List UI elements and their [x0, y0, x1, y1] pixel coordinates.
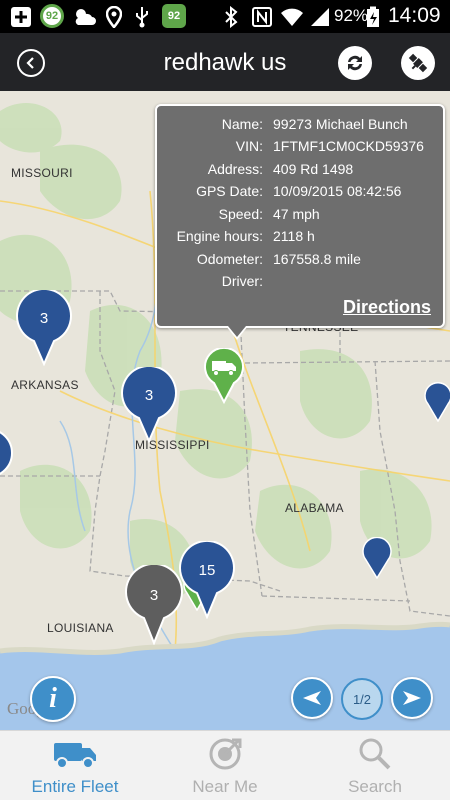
- info-label: Address:: [207, 161, 263, 177]
- map-label-missouri: MISSOURI: [11, 166, 73, 180]
- truck-icon: [50, 737, 100, 771]
- info-value: 47 mph: [273, 206, 320, 222]
- location-icon: [106, 6, 122, 28]
- battery-icon: [367, 6, 379, 27]
- info-row-vin: VIN: 1FTMF1CM0CKD59376: [157, 138, 443, 160]
- clock: 14:09: [388, 4, 441, 27]
- refresh-button[interactable]: [338, 46, 372, 80]
- vehicle-info-popup: Name: 99273 Michael Bunch VIN: 1FTMF1CM0…: [155, 104, 445, 328]
- popup-pointer-fill: [228, 326, 246, 337]
- info-label: Name:: [221, 116, 263, 132]
- previous-button[interactable]: [291, 677, 333, 719]
- map-pin-icon: [362, 536, 392, 580]
- search-icon: [350, 737, 400, 771]
- info-value: 2118 h: [273, 228, 315, 244]
- app-bar: redhawk us: [0, 33, 450, 91]
- map-label-arkansas: ARKANSAS: [11, 378, 79, 392]
- cluster-marker-west-edge[interactable]: [0, 429, 14, 479]
- tab-entire-fleet[interactable]: Entire Fleet: [0, 731, 150, 800]
- map-label-alabama: ALABAMA: [285, 501, 344, 515]
- tab-search[interactable]: Search: [300, 731, 450, 800]
- cluster-marker-mississippi[interactable]: 3: [120, 365, 178, 444]
- arrow-left-icon: [303, 691, 321, 705]
- usb-icon: [136, 7, 148, 28]
- info-label: VIN:: [235, 138, 263, 154]
- tab-label: Search: [348, 777, 402, 796]
- cluster-marker-grey[interactable]: 3: [125, 562, 183, 646]
- android-app-icon: 92: [162, 4, 186, 28]
- cluster-marker-arkansas[interactable]: 3: [15, 288, 73, 367]
- info-value: 1FTMF1CM0CKD59376: [273, 138, 424, 154]
- info-label: Odometer:: [196, 251, 263, 267]
- page-title: redhawk us: [163, 49, 287, 76]
- info-row-name: Name: 99273 Michael Bunch: [157, 116, 443, 138]
- wifi-icon: [281, 8, 303, 26]
- map-pin-icon: [125, 562, 183, 646]
- info-label: GPS Date:: [196, 183, 263, 199]
- satellite-button[interactable]: [401, 46, 435, 80]
- next-button[interactable]: [391, 677, 433, 719]
- battery-percent: 92%: [334, 6, 369, 25]
- nfc-icon: [252, 7, 272, 27]
- info-button[interactable]: i: [30, 676, 76, 722]
- info-row-speed: Speed: 47 mph: [157, 206, 443, 228]
- info-value: 167558.8 mile: [273, 251, 361, 267]
- bottom-tab-bar: Entire Fleet Near Me Search: [0, 730, 450, 800]
- bluetooth-icon: [225, 6, 238, 28]
- truck-icon: [204, 346, 244, 405]
- info-row-gps-date: GPS Date: 10/09/2015 08:42:56: [157, 183, 443, 205]
- directions-link[interactable]: Directions: [343, 297, 431, 318]
- info-row-driver: Driver:: [157, 273, 443, 295]
- info-label: Speed:: [218, 206, 263, 222]
- weather-icon: [75, 9, 96, 25]
- info-value: 409 Rd 1498: [273, 161, 354, 177]
- map-label-louisiana: LOUISIANA: [47, 621, 114, 635]
- page-indicator: 1/2: [341, 678, 383, 720]
- cluster-count: 3: [149, 587, 159, 604]
- signal-icon: [311, 8, 329, 26]
- cluster-count: 3: [144, 387, 154, 404]
- info-row-odometer: Odometer: 167558.8 mile: [157, 251, 443, 273]
- vehicle-marker-alabama[interactable]: [362, 536, 392, 580]
- map-pin-icon: [179, 540, 235, 620]
- add-notification-icon: [11, 7, 31, 27]
- info-row-address: Address: 409 Rd 1498: [157, 161, 443, 183]
- map-pin-icon: [121, 365, 177, 444]
- cluster-marker-south[interactable]: 15: [178, 540, 236, 620]
- status-bar: 92 92 92% 14:09: [0, 0, 450, 33]
- tab-near-me[interactable]: Near Me: [150, 731, 300, 800]
- tab-label: Entire Fleet: [31, 777, 119, 796]
- cluster-count: 15: [198, 562, 216, 579]
- info-icon: i: [49, 683, 57, 714]
- satellite-icon: [408, 53, 428, 73]
- map-pin-icon: [16, 288, 72, 367]
- info-label: Engine hours:: [176, 228, 263, 244]
- near-me-icon: [200, 737, 250, 771]
- vehicle-marker-east[interactable]: [424, 381, 450, 423]
- info-value: 10/09/2015 08:42:56: [273, 183, 402, 199]
- map-pin-icon: [0, 431, 13, 475]
- arrow-right-icon: [403, 691, 421, 705]
- tab-label: Near Me: [192, 777, 258, 796]
- info-label: Driver:: [221, 273, 263, 289]
- refresh-icon: [348, 55, 362, 71]
- selected-vehicle-marker[interactable]: [204, 346, 244, 405]
- map-pin-icon: [424, 381, 450, 423]
- info-value: 99273 Michael Bunch: [273, 116, 408, 132]
- info-row-engine-hours: Engine hours: 2118 h: [157, 228, 443, 250]
- battery-app-icon: 92: [40, 4, 64, 28]
- cluster-count: 3: [39, 310, 49, 327]
